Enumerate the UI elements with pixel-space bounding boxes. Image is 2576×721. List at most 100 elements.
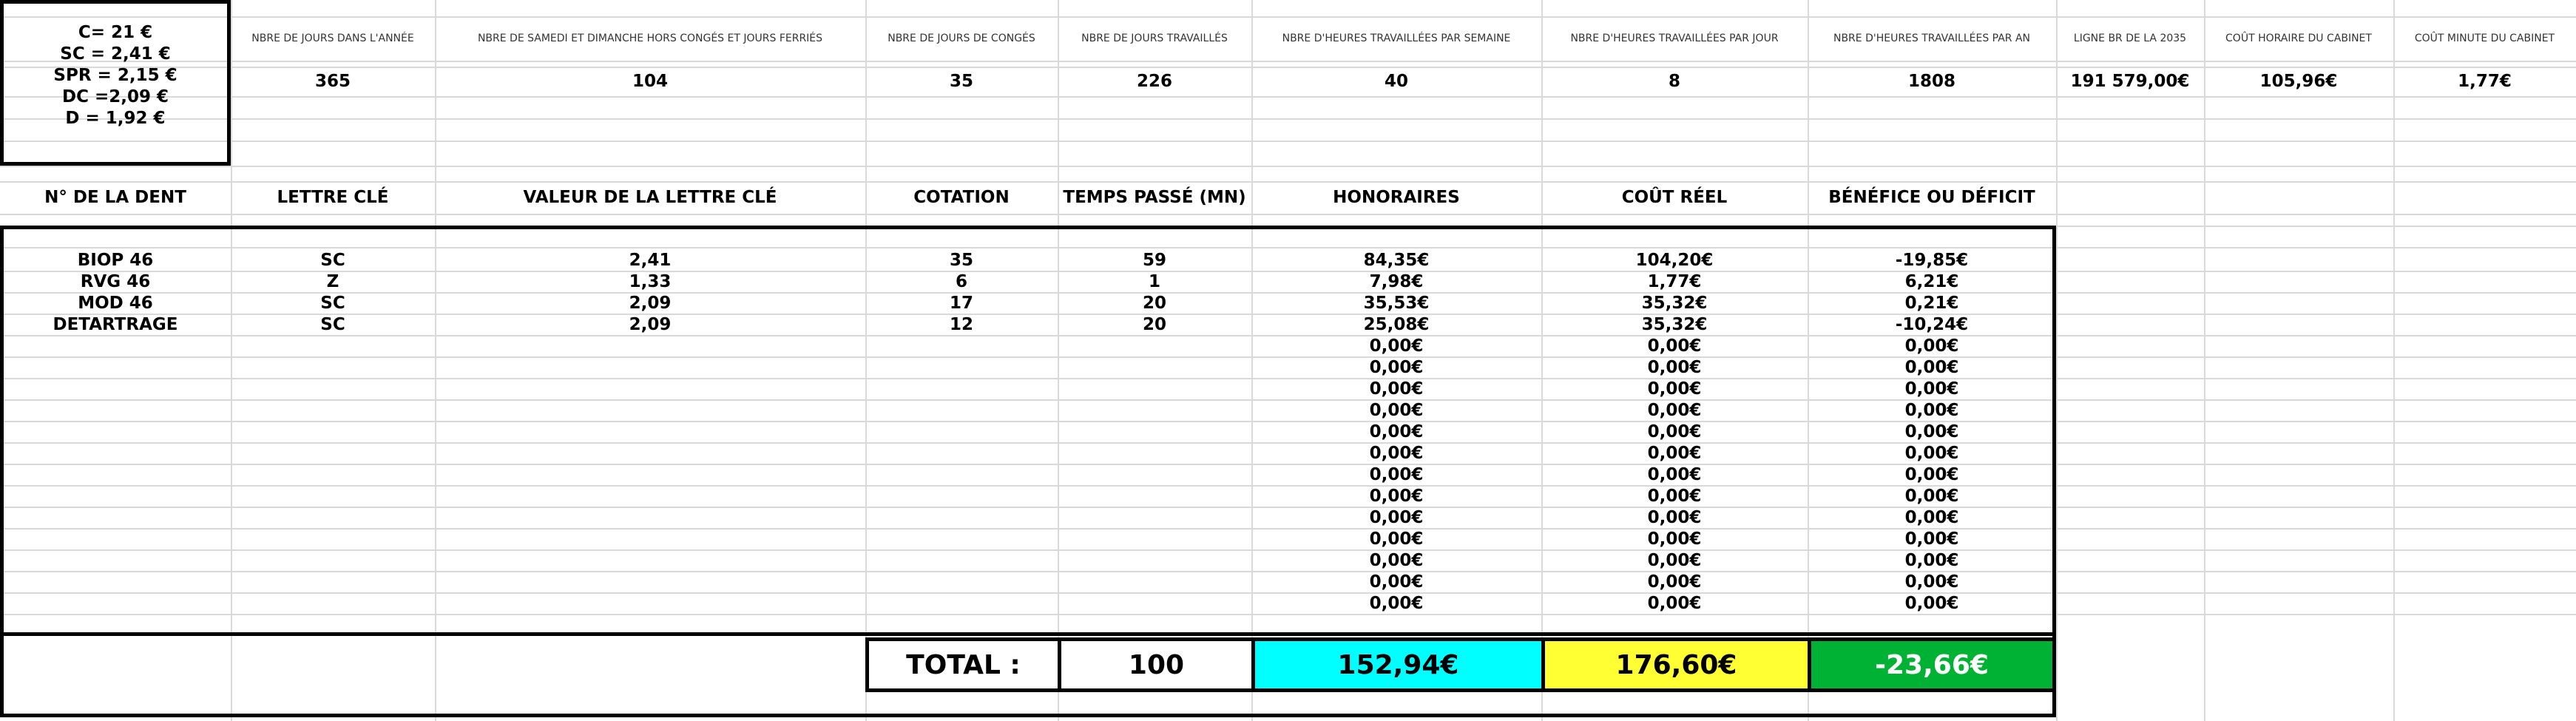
cell-dent[interactable] — [0, 422, 231, 443]
cell-honoraires[interactable]: 0,00€ — [1251, 422, 1541, 443]
cell-temps-passe[interactable] — [1058, 443, 1251, 464]
cell-dent[interactable] — [0, 357, 231, 379]
total-temps[interactable]: 100 — [1058, 637, 1255, 692]
th-cotation[interactable]: COTATION — [865, 181, 1058, 214]
cell-cotation[interactable] — [865, 443, 1058, 464]
header-cout-horaire[interactable]: COÛT HORAIRE DU CABINET — [2204, 16, 2393, 61]
cell-lettre-cle[interactable] — [231, 357, 435, 379]
cell-temps-passe[interactable]: 20 — [1058, 293, 1251, 314]
cell-cotation[interactable]: 6 — [865, 271, 1058, 293]
cell-valeur-lettre[interactable] — [435, 422, 865, 443]
cell-lettre-cle[interactable] — [231, 379, 435, 400]
cell-valeur-lettre[interactable] — [435, 379, 865, 400]
th-dent[interactable]: N° DE LA DENT — [0, 181, 231, 214]
cell-cout-reel[interactable]: 0,00€ — [1541, 422, 1808, 443]
cell-cout-reel[interactable]: 0,00€ — [1541, 572, 1808, 593]
cell-valeur-lettre[interactable] — [435, 336, 865, 357]
cell-dent[interactable] — [0, 550, 231, 572]
cell-temps-passe[interactable] — [1058, 357, 1251, 379]
cell-lettre-cle[interactable] — [231, 507, 435, 529]
cell-valeur-lettre[interactable] — [435, 593, 865, 615]
cell-cotation[interactable] — [865, 336, 1058, 357]
cell-cotation[interactable] — [865, 464, 1058, 486]
cell-cout-reel[interactable]: 0,00€ — [1541, 464, 1808, 486]
cell-lettre-cle[interactable] — [231, 572, 435, 593]
cell-valeur-lettre[interactable] — [435, 400, 865, 422]
cell-cotation[interactable] — [865, 379, 1058, 400]
cell-valeur-lettre[interactable] — [435, 507, 865, 529]
cell-dent[interactable]: DETARTRAGE — [0, 314, 231, 336]
cell-valeur-lettre[interactable] — [435, 443, 865, 464]
cell-temps-passe[interactable]: 59 — [1058, 250, 1251, 271]
cell-benefice[interactable]: 0,21€ — [1808, 293, 2056, 314]
th-honoraires[interactable]: HONORAIRES — [1251, 181, 1541, 214]
cell-temps-passe[interactable]: 1 — [1058, 271, 1251, 293]
cell-benefice[interactable]: 0,00€ — [1808, 486, 2056, 507]
value-jours-annee[interactable]: 365 — [231, 67, 435, 96]
cell-cout-reel[interactable]: 0,00€ — [1541, 593, 1808, 615]
cell-dent[interactable] — [0, 400, 231, 422]
th-temps-passe[interactable]: TEMPS PASSÉ (MN) — [1058, 181, 1251, 214]
cell-temps-passe[interactable] — [1058, 550, 1251, 572]
cell-lettre-cle[interactable] — [231, 443, 435, 464]
cell-cout-reel[interactable]: 0,00€ — [1541, 357, 1808, 379]
cell-lettre-cle[interactable] — [231, 593, 435, 615]
cell-temps-passe[interactable] — [1058, 486, 1251, 507]
cell-temps-passe[interactable] — [1058, 422, 1251, 443]
cell-temps-passe[interactable] — [1058, 572, 1251, 593]
cell-lettre-cle[interactable] — [231, 529, 435, 550]
cell-benefice[interactable]: 0,00€ — [1808, 550, 2056, 572]
cell-lettre-cle[interactable]: SC — [231, 314, 435, 336]
cell-cout-reel[interactable]: 0,00€ — [1541, 507, 1808, 529]
cell-dent[interactable] — [0, 486, 231, 507]
value-heures-jour[interactable]: 8 — [1541, 67, 1808, 96]
cell-valeur-lettre[interactable]: 2,09 — [435, 314, 865, 336]
total-honoraires[interactable]: 152,94€ — [1251, 637, 1545, 692]
cell-temps-passe[interactable] — [1058, 593, 1251, 615]
cell-honoraires[interactable]: 0,00€ — [1251, 572, 1541, 593]
cell-honoraires[interactable]: 0,00€ — [1251, 400, 1541, 422]
cell-dent[interactable] — [0, 464, 231, 486]
th-cout-reel[interactable]: COÛT RÉEL — [1541, 181, 1808, 214]
cell-benefice[interactable]: 0,00€ — [1808, 507, 2056, 529]
cell-valeur-lettre[interactable]: 2,09 — [435, 293, 865, 314]
cell-cotation[interactable] — [865, 593, 1058, 615]
cell-dent[interactable]: RVG 46 — [0, 271, 231, 293]
cell-valeur-lettre[interactable] — [435, 572, 865, 593]
cell-benefice[interactable]: 0,00€ — [1808, 400, 2056, 422]
cell-honoraires[interactable]: 0,00€ — [1251, 464, 1541, 486]
header-cout-minute[interactable]: COÛT MINUTE DU CABINET — [2393, 16, 2576, 61]
cell-cout-reel[interactable]: 0,00€ — [1541, 400, 1808, 422]
cell-cout-reel[interactable]: 0,00€ — [1541, 550, 1808, 572]
value-cout-minute[interactable]: 1,77€ — [2393, 67, 2576, 96]
cell-honoraires[interactable]: 0,00€ — [1251, 593, 1541, 615]
cell-honoraires[interactable]: 0,00€ — [1251, 336, 1541, 357]
header-ligne-br[interactable]: LIGNE BR DE LA 2035 — [2056, 16, 2204, 61]
total-benefice[interactable]: -23,66€ — [1808, 637, 2056, 692]
cell-dent[interactable] — [0, 572, 231, 593]
value-jours-travailles[interactable]: 226 — [1058, 67, 1251, 96]
cell-benefice[interactable]: -19,85€ — [1808, 250, 2056, 271]
cell-honoraires[interactable]: 0,00€ — [1251, 357, 1541, 379]
cell-honoraires[interactable]: 0,00€ — [1251, 529, 1541, 550]
cell-cotation[interactable] — [865, 529, 1058, 550]
cell-lettre-cle[interactable] — [231, 336, 435, 357]
cell-dent[interactable] — [0, 443, 231, 464]
cell-cotation[interactable] — [865, 507, 1058, 529]
cell-dent[interactable]: MOD 46 — [0, 293, 231, 314]
cell-benefice[interactable]: 0,00€ — [1808, 443, 2056, 464]
cell-cout-reel[interactable]: 104,20€ — [1541, 250, 1808, 271]
cell-valeur-lettre[interactable] — [435, 550, 865, 572]
cell-cotation[interactable] — [865, 486, 1058, 507]
value-samedi-dimanche[interactable]: 104 — [435, 67, 865, 96]
cell-benefice[interactable]: -10,24€ — [1808, 314, 2056, 336]
cell-honoraires[interactable]: 0,00€ — [1251, 443, 1541, 464]
cell-benefice[interactable]: 0,00€ — [1808, 336, 2056, 357]
cell-benefice[interactable]: 6,21€ — [1808, 271, 2056, 293]
total-cout-reel[interactable]: 176,60€ — [1541, 637, 1811, 692]
cell-valeur-lettre[interactable] — [435, 464, 865, 486]
header-jours-conges[interactable]: NBRE DE JOURS DE CONGÉS — [865, 16, 1058, 61]
value-jours-conges[interactable]: 35 — [865, 67, 1058, 96]
cell-benefice[interactable]: 0,00€ — [1808, 357, 2056, 379]
cell-honoraires[interactable]: 84,35€ — [1251, 250, 1541, 271]
